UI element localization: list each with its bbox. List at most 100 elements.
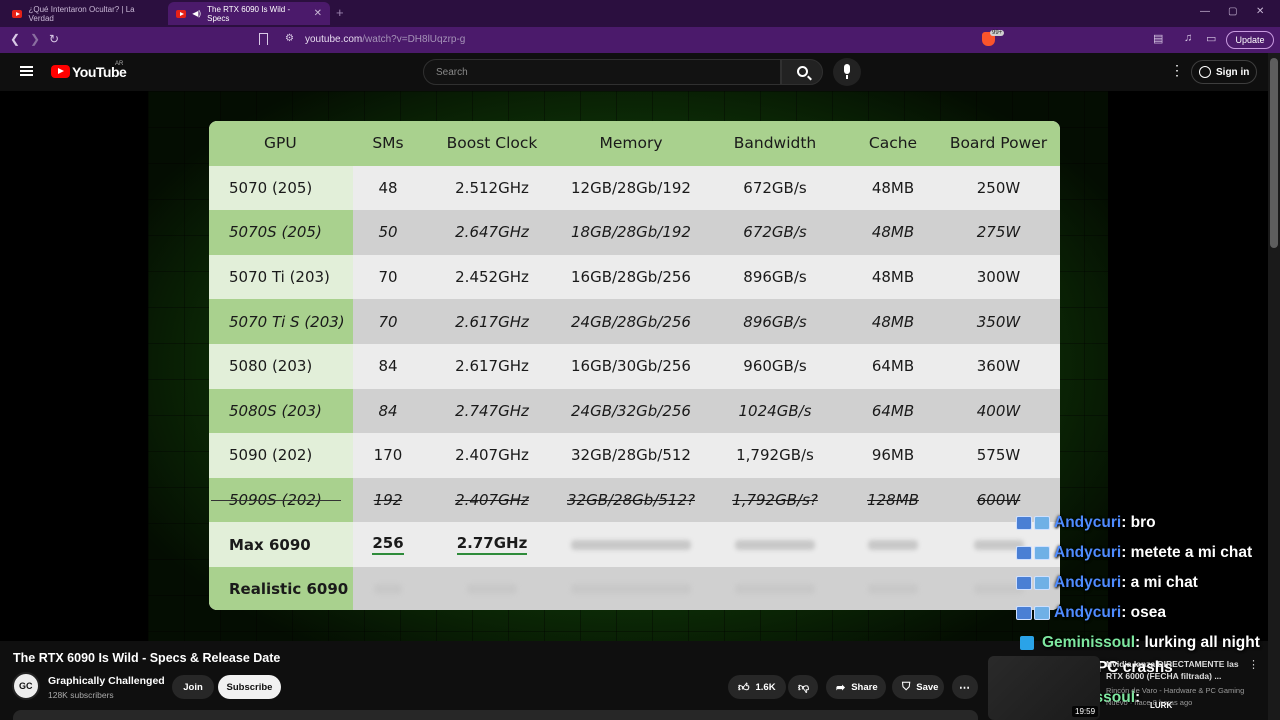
cell-gpu: Realistic 6090	[209, 567, 353, 610]
table-row: 5090S (202) 192 2.407GHz 32GB/28Gb/512? 1,79…	[209, 477, 1060, 523]
chat-username: Geminissoul	[1042, 634, 1136, 651]
chat-text: : a mi chat	[1121, 574, 1198, 591]
youtube-favicon-icon	[176, 9, 187, 18]
cell-bandwidth: 672GB/s	[743, 178, 807, 197]
cell-bandwidth	[701, 536, 849, 554]
cell-cache	[849, 536, 937, 554]
cell-gpu: 5070 Ti S (203)	[209, 299, 353, 344]
cell-boost-clock: 2.512GHz	[455, 178, 529, 197]
media-icon[interactable]: ♫	[1184, 32, 1192, 44]
cell-board-power: 350W	[976, 312, 1021, 331]
browser-tab-2-active[interactable]: ◀) The RTX 6090 Is Wild - Specs ✕	[168, 2, 330, 25]
cell-sms	[353, 580, 423, 598]
close-tab-icon[interactable]: ✕	[314, 8, 322, 19]
cell-sms: 48	[378, 178, 398, 197]
cell-boost-clock: 2.77GHz	[423, 534, 561, 556]
voice-search-button[interactable]	[833, 58, 861, 86]
chat-text: : lurking all night	[1135, 634, 1260, 651]
country-code: AR	[115, 61, 124, 67]
youtube-logo-icon[interactable]	[51, 65, 70, 78]
update-button[interactable]: Update	[1226, 31, 1274, 49]
cell-sms: 50	[378, 223, 398, 242]
game-badge-icon	[1034, 606, 1050, 620]
dislike-button[interactable]: 👎︎	[788, 675, 818, 699]
browser-tab-bar: ¿Qué Intentaron Ocultar? | La Verdad ◀) …	[0, 0, 1280, 27]
redacted-value	[735, 584, 815, 595]
cell-memory: 24GB/28Gb/256	[571, 312, 691, 331]
shields-count-badge: 99+	[990, 30, 1005, 36]
site-info-icon[interactable]: ⚙	[285, 33, 294, 44]
tab-title: The RTX 6090 Is Wild - Specs	[207, 4, 291, 23]
url-field[interactable]: youtube.com/watch?v=DH8lUqzrp-g	[305, 34, 465, 45]
bookmark-icon[interactable]	[259, 33, 268, 45]
channel-name[interactable]: Graphically Challenged	[48, 675, 165, 687]
header-boost-clock: Boost Clock	[446, 134, 538, 153]
video-title: The RTX 6090 Is Wild - Specs & Release D…	[13, 651, 281, 665]
chat-username: Andycuri	[1054, 544, 1122, 561]
cell-sms: 84	[378, 401, 398, 420]
back-icon[interactable]: ❮	[10, 32, 20, 46]
header-cache: Cache	[868, 134, 918, 153]
cell-sms: 84	[378, 357, 398, 376]
recommended-more-icon[interactable]: ⋮	[1248, 658, 1259, 671]
thumbs-down-icon: 👎︎	[798, 681, 810, 694]
recommended-channel: Rincón de Varo - Hardware & PC Gaming	[1106, 686, 1245, 695]
highlighted-value: 2.77GHz	[456, 534, 528, 556]
description-box[interactable]	[13, 710, 978, 720]
cell-cache: 128MB	[867, 491, 919, 510]
gpu-spec-table: GPU SMs Boost Clock Memory Bandwidth Cac…	[209, 121, 1060, 610]
table-header-row: GPU SMs Boost Clock Memory Bandwidth Cac…	[209, 121, 1060, 166]
cell-bandwidth: 960GB/s	[743, 357, 807, 376]
cell-sms: 192	[373, 491, 403, 510]
new-tab-button[interactable]: +	[336, 5, 344, 20]
cell-bandwidth: 1,792GB/s?	[732, 491, 818, 510]
settings-more-icon[interactable]: ⋮	[1170, 63, 1184, 77]
chat-message: Andycuri : osea	[1016, 602, 1166, 624]
cell-board-power: 300W	[976, 268, 1021, 287]
search-button[interactable]	[781, 59, 823, 85]
cell-sms: 256	[353, 534, 423, 556]
recommended-video[interactable]: 19:59 Nvidia lanza DIRECTAMENTE las RTX …	[988, 656, 1268, 720]
more-actions-button[interactable]: ⋯	[952, 675, 978, 699]
redacted-value	[571, 584, 691, 595]
cell-cache: 48MB	[871, 223, 915, 242]
join-button[interactable]: Join	[172, 675, 214, 699]
cell-memory: 24GB/32Gb/256	[571, 401, 691, 420]
address-bar-row: ❮ ❯ ↻ ⚙ youtube.com/watch?v=DH8lUqzrp-g …	[0, 27, 1280, 53]
save-button[interactable]: ⛉ Save	[892, 675, 944, 699]
sidebar-icon[interactable]: ▤	[1153, 32, 1163, 45]
browser-tab-1[interactable]: ¿Qué Intentaron Ocultar? | La Verdad	[4, 2, 164, 25]
subscribe-button[interactable]: Subscribe	[218, 675, 281, 699]
cell-board-power: 250W	[976, 178, 1021, 197]
cell-board-power: 400W	[976, 401, 1021, 420]
cell-boost-clock: 2.407GHz	[455, 446, 529, 465]
youtube-header: YouTube AR Search ⋮ Sign in	[0, 53, 1268, 91]
sign-in-button[interactable]: Sign in	[1191, 60, 1257, 84]
cell-sms: 70	[378, 268, 398, 287]
forward-icon[interactable]: ❯	[30, 32, 40, 46]
bookmark-save-icon: ⛉	[902, 680, 911, 693]
highlighted-value: 256	[372, 534, 404, 556]
menu-icon[interactable]	[20, 66, 33, 76]
cell-boost-clock: 2.617GHz	[455, 312, 529, 331]
cell-board-power: 600W	[976, 491, 1021, 510]
speaker-icon: ◀)	[192, 9, 202, 18]
scrollbar-thumb[interactable]	[1270, 58, 1278, 248]
share-button[interactable]: ➦ Share	[826, 675, 886, 699]
search-input[interactable]: Search	[423, 59, 781, 85]
recommended-title[interactable]: Nvidia lanza DIRECTAMENTE las RTX 6000 (…	[1106, 658, 1246, 682]
maximize-icon[interactable]: ▢	[1228, 6, 1237, 17]
close-window-icon[interactable]: ✕	[1256, 6, 1264, 17]
wallet-icon[interactable]: ▭	[1206, 32, 1216, 45]
share-icon: ➦	[836, 681, 846, 694]
cell-boost-clock: 2.747GHz	[455, 401, 529, 420]
like-button[interactable]: 👍︎ 1.6K	[728, 675, 786, 699]
chat-username: Andycuri	[1054, 514, 1122, 531]
cell-memory: 32GB/28Gb/512	[571, 446, 691, 465]
cell-boost-clock: 2.452GHz	[455, 268, 529, 287]
cell-bandwidth: 672GB/s	[743, 223, 807, 242]
reload-icon[interactable]: ↻	[49, 32, 59, 46]
chat-username: Andycuri	[1054, 604, 1122, 621]
minimize-icon[interactable]: —	[1200, 6, 1210, 17]
channel-avatar[interactable]	[12, 672, 40, 700]
